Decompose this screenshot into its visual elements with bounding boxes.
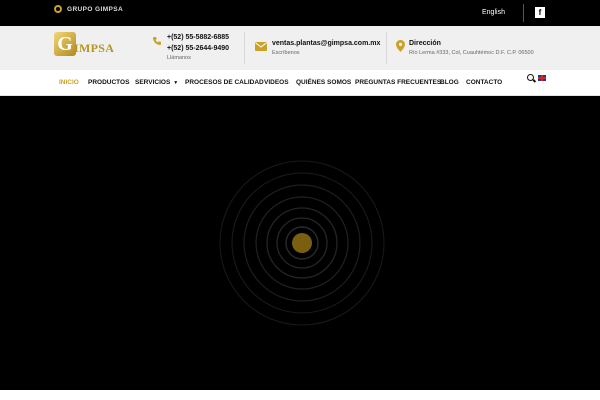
logo-text: IMPSA xyxy=(74,41,115,55)
gear-icon xyxy=(54,5,62,13)
chevron-down-icon: ▼ xyxy=(173,80,179,86)
nav-item-contacto[interactable]: CONTACTO xyxy=(466,70,502,96)
nav-item-blog[interactable]: BLOG xyxy=(440,70,459,96)
loader-center xyxy=(292,233,312,253)
nav-item-inicio[interactable]: INICIO xyxy=(59,70,79,96)
group-brand[interactable]: GRUPO GIMPSA xyxy=(54,5,123,13)
info-header: G IMPSA +(52) 55-5882-6885 +(52) 55-2644… xyxy=(0,26,600,70)
page-bottom-edge xyxy=(0,390,600,400)
mail-icon xyxy=(255,42,267,51)
address-title: Dirección xyxy=(409,40,441,47)
address-text: Río Lerma #333, Col, Cuauhtémoc D.F. C.P… xyxy=(409,50,534,56)
search-icon[interactable] xyxy=(527,74,534,81)
nav-item-quienes-somos[interactable]: QUIÉNES SOMOS xyxy=(296,70,351,96)
group-brand-label: GRUPO GIMPSA xyxy=(67,5,124,13)
divider xyxy=(523,4,524,22)
logo-mark: G xyxy=(54,32,76,56)
loader-rings xyxy=(219,160,385,326)
nav-item-productos[interactable]: PRODUCTOS xyxy=(88,70,129,96)
phone-1[interactable]: +(52) 55-5882-6885 xyxy=(167,32,247,43)
nav-item-videos[interactable]: VIDEOS xyxy=(264,70,289,96)
language-selector[interactable]: English xyxy=(482,9,505,16)
divider xyxy=(244,32,245,64)
nav-item-preguntas[interactable]: PREGUNTAS FRECUENTES xyxy=(355,70,441,96)
phone-icon xyxy=(153,37,161,45)
nav-item-procesos[interactable]: PROCESOS DE CALIDAD xyxy=(185,70,264,96)
location-icon xyxy=(396,40,405,52)
phone-caption: Llámanos xyxy=(167,55,191,61)
divider xyxy=(386,32,387,64)
email-address[interactable]: ventas.plantas@gimpsa.com.mx xyxy=(272,38,392,49)
main-nav: INICIO PRODUCTOS SERVICIOS ▼ PROCESOS DE … xyxy=(0,70,600,96)
facebook-icon[interactable]: f xyxy=(535,7,545,18)
hero-section xyxy=(0,96,600,390)
phone-2[interactable]: +(52) 55-2644-9490 xyxy=(167,43,247,54)
nav-item-servicios-label: SERVICIOS xyxy=(135,79,171,86)
logo[interactable]: G IMPSA xyxy=(54,32,118,62)
email-caption: Escríbenos xyxy=(272,50,300,56)
uk-flag-icon[interactable] xyxy=(538,75,546,81)
nav-item-servicios[interactable]: SERVICIOS ▼ xyxy=(135,70,178,96)
top-bar: GRUPO GIMPSA English f xyxy=(0,0,600,26)
